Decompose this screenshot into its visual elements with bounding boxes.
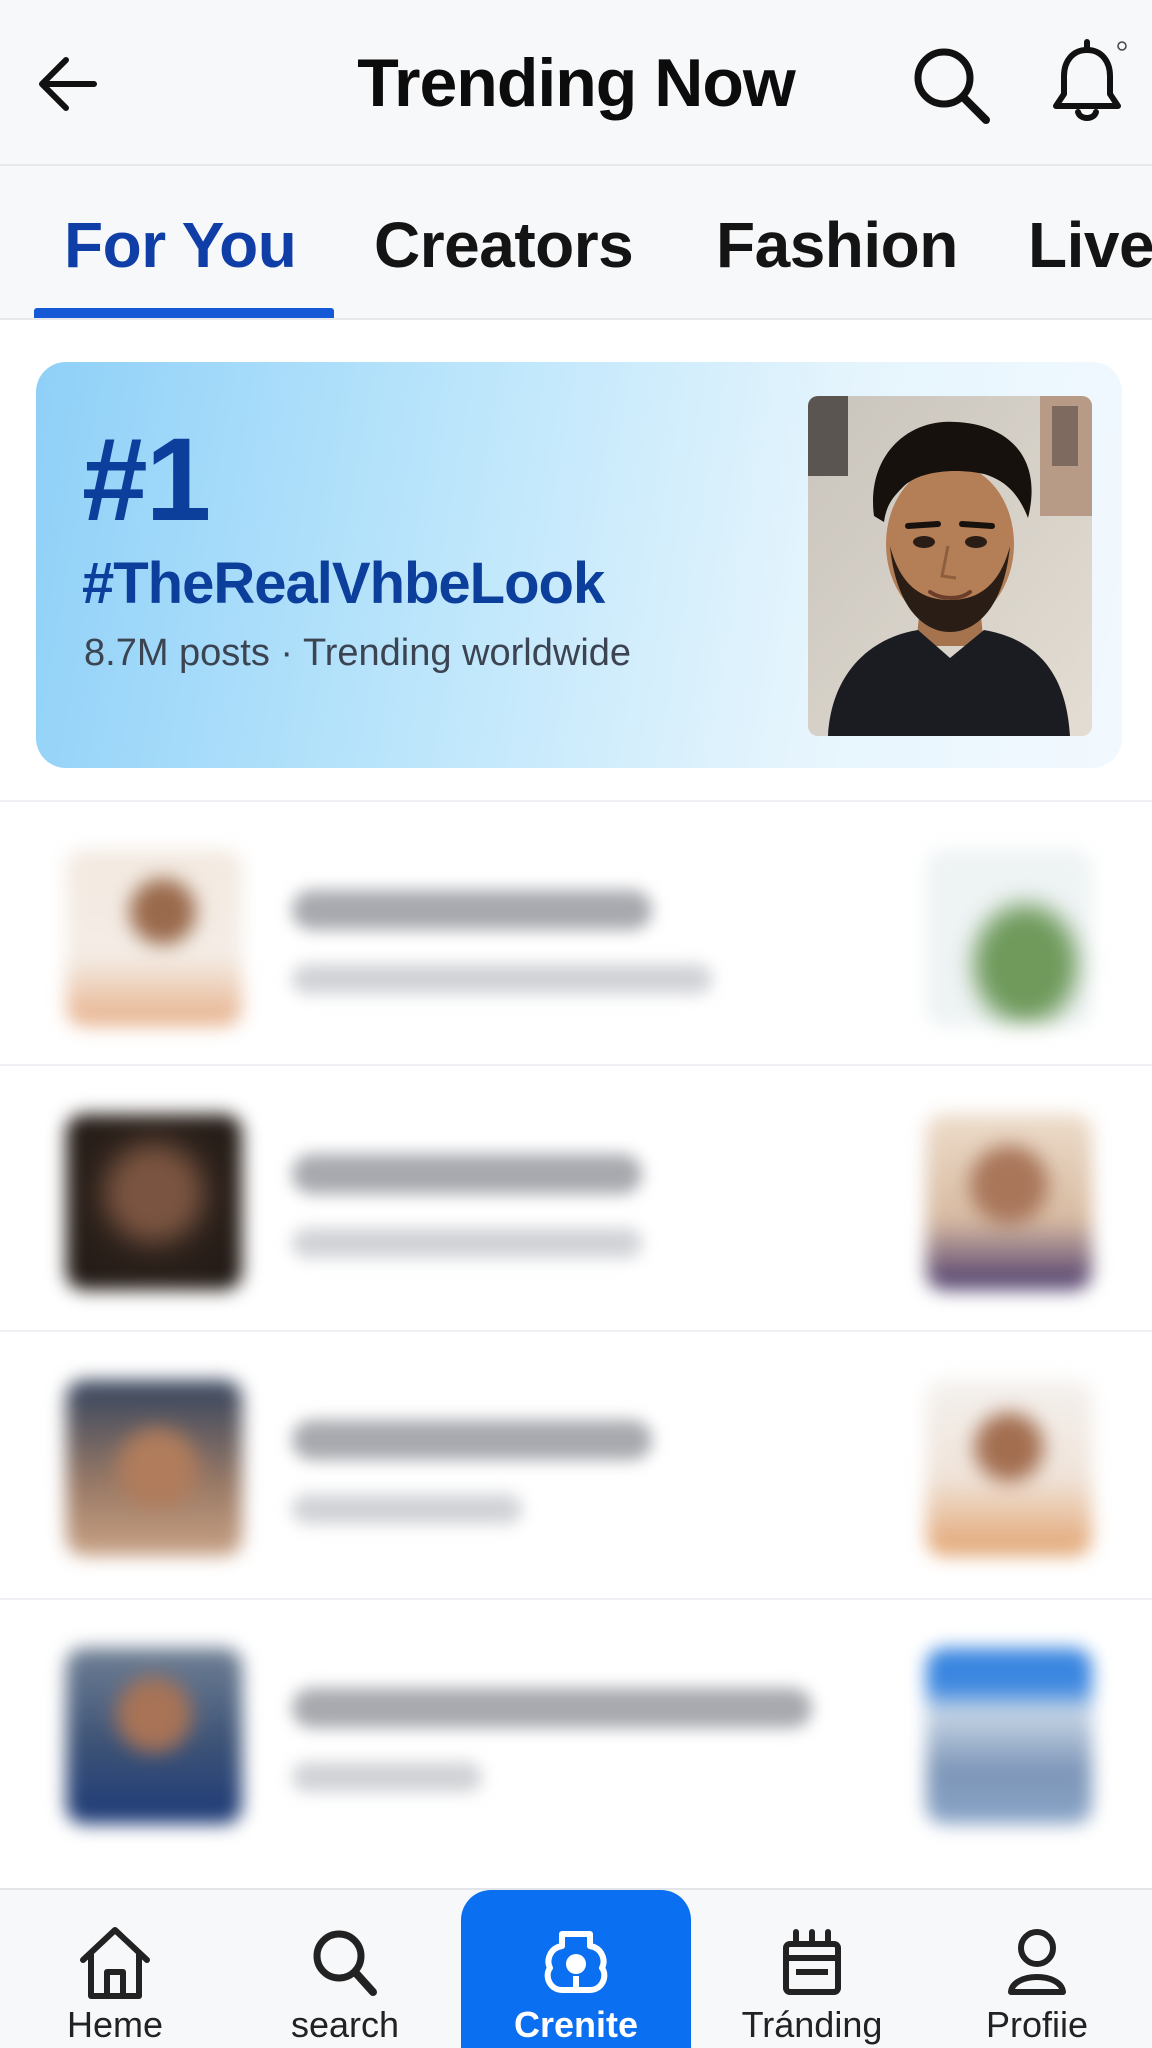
nav-search[interactable]: search <box>230 1890 460 2048</box>
nav-profile-label: Profiie <box>985 2004 1089 2045</box>
list-item[interactable] <box>0 1064 1152 1328</box>
trend-thumbnail <box>66 850 242 1026</box>
trend-thumbnail <box>66 1380 242 1556</box>
active-tab-indicator <box>34 308 334 318</box>
search-icon <box>313 1930 377 1996</box>
trend-title-placeholder <box>292 1688 812 1728</box>
bottom-navigation: Heme search Crenite Tránding Profiie <box>0 1888 1152 2048</box>
nav-create-button[interactable]: Crenite <box>461 1890 691 2048</box>
nav-home-label: Heme <box>66 2004 164 2045</box>
trend-title-placeholder <box>292 1420 652 1460</box>
trending-page: Trending Now For You Creators Fashion Li… <box>0 0 1152 2048</box>
trend-rank: #1 <box>82 414 211 546</box>
nav-home[interactable]: Heme <box>0 1890 230 2048</box>
tab-for-you[interactable]: For You <box>64 208 297 282</box>
trend-thumbnail <box>66 1114 242 1290</box>
bell-icon[interactable] <box>1044 38 1130 128</box>
trending-icon <box>783 1929 841 1995</box>
create-icon <box>544 1931 608 1993</box>
trend-title-placeholder <box>292 890 652 930</box>
profile-icon <box>1008 1929 1066 1995</box>
nav-search-label: search <box>290 2004 400 2045</box>
trend-preview-thumbnail <box>926 1380 1092 1556</box>
trend-title-placeholder <box>292 1154 642 1194</box>
nav-create-label: Crenite <box>513 2004 639 2045</box>
trend-subtitle-placeholder <box>292 1494 522 1524</box>
nav-trending-label: Tránding <box>741 2004 883 2045</box>
trend-preview-thumbnail <box>926 1114 1092 1290</box>
featured-creator-photo[interactable] <box>808 396 1092 736</box>
nav-trending[interactable]: Tránding <box>697 1890 927 2048</box>
nav-profile[interactable]: Profiie <box>922 1890 1152 2048</box>
featured-trend-card[interactable]: #1 #TheRealVhbeLook 8.7M posts · Trendin… <box>36 362 1122 768</box>
tab-creators[interactable]: Creators <box>374 208 634 282</box>
trend-hashtag[interactable]: #TheRealVhbeLook <box>82 550 605 617</box>
trend-subtitle-placeholder <box>292 1228 642 1258</box>
list-item[interactable] <box>0 1330 1152 1594</box>
trend-subtitle-placeholder <box>292 1762 482 1792</box>
category-tabs: For You Creators Fashion Live <box>0 166 1152 320</box>
list-item[interactable] <box>0 1598 1152 1862</box>
search-icon[interactable] <box>908 42 994 128</box>
trend-preview-thumbnail <box>926 1648 1092 1824</box>
home-icon <box>80 1927 150 1999</box>
trend-meta: 8.7M posts · Trending worldwide <box>84 632 632 674</box>
trend-preview-thumbnail <box>926 850 1092 1026</box>
tab-live[interactable]: Live <box>1028 208 1152 282</box>
trend-thumbnail <box>66 1648 242 1824</box>
list-item[interactable] <box>0 800 1152 1064</box>
top-bar: Trending Now <box>0 0 1152 166</box>
tab-fashion[interactable]: Fashion <box>716 208 958 282</box>
trend-subtitle-placeholder <box>292 964 712 994</box>
